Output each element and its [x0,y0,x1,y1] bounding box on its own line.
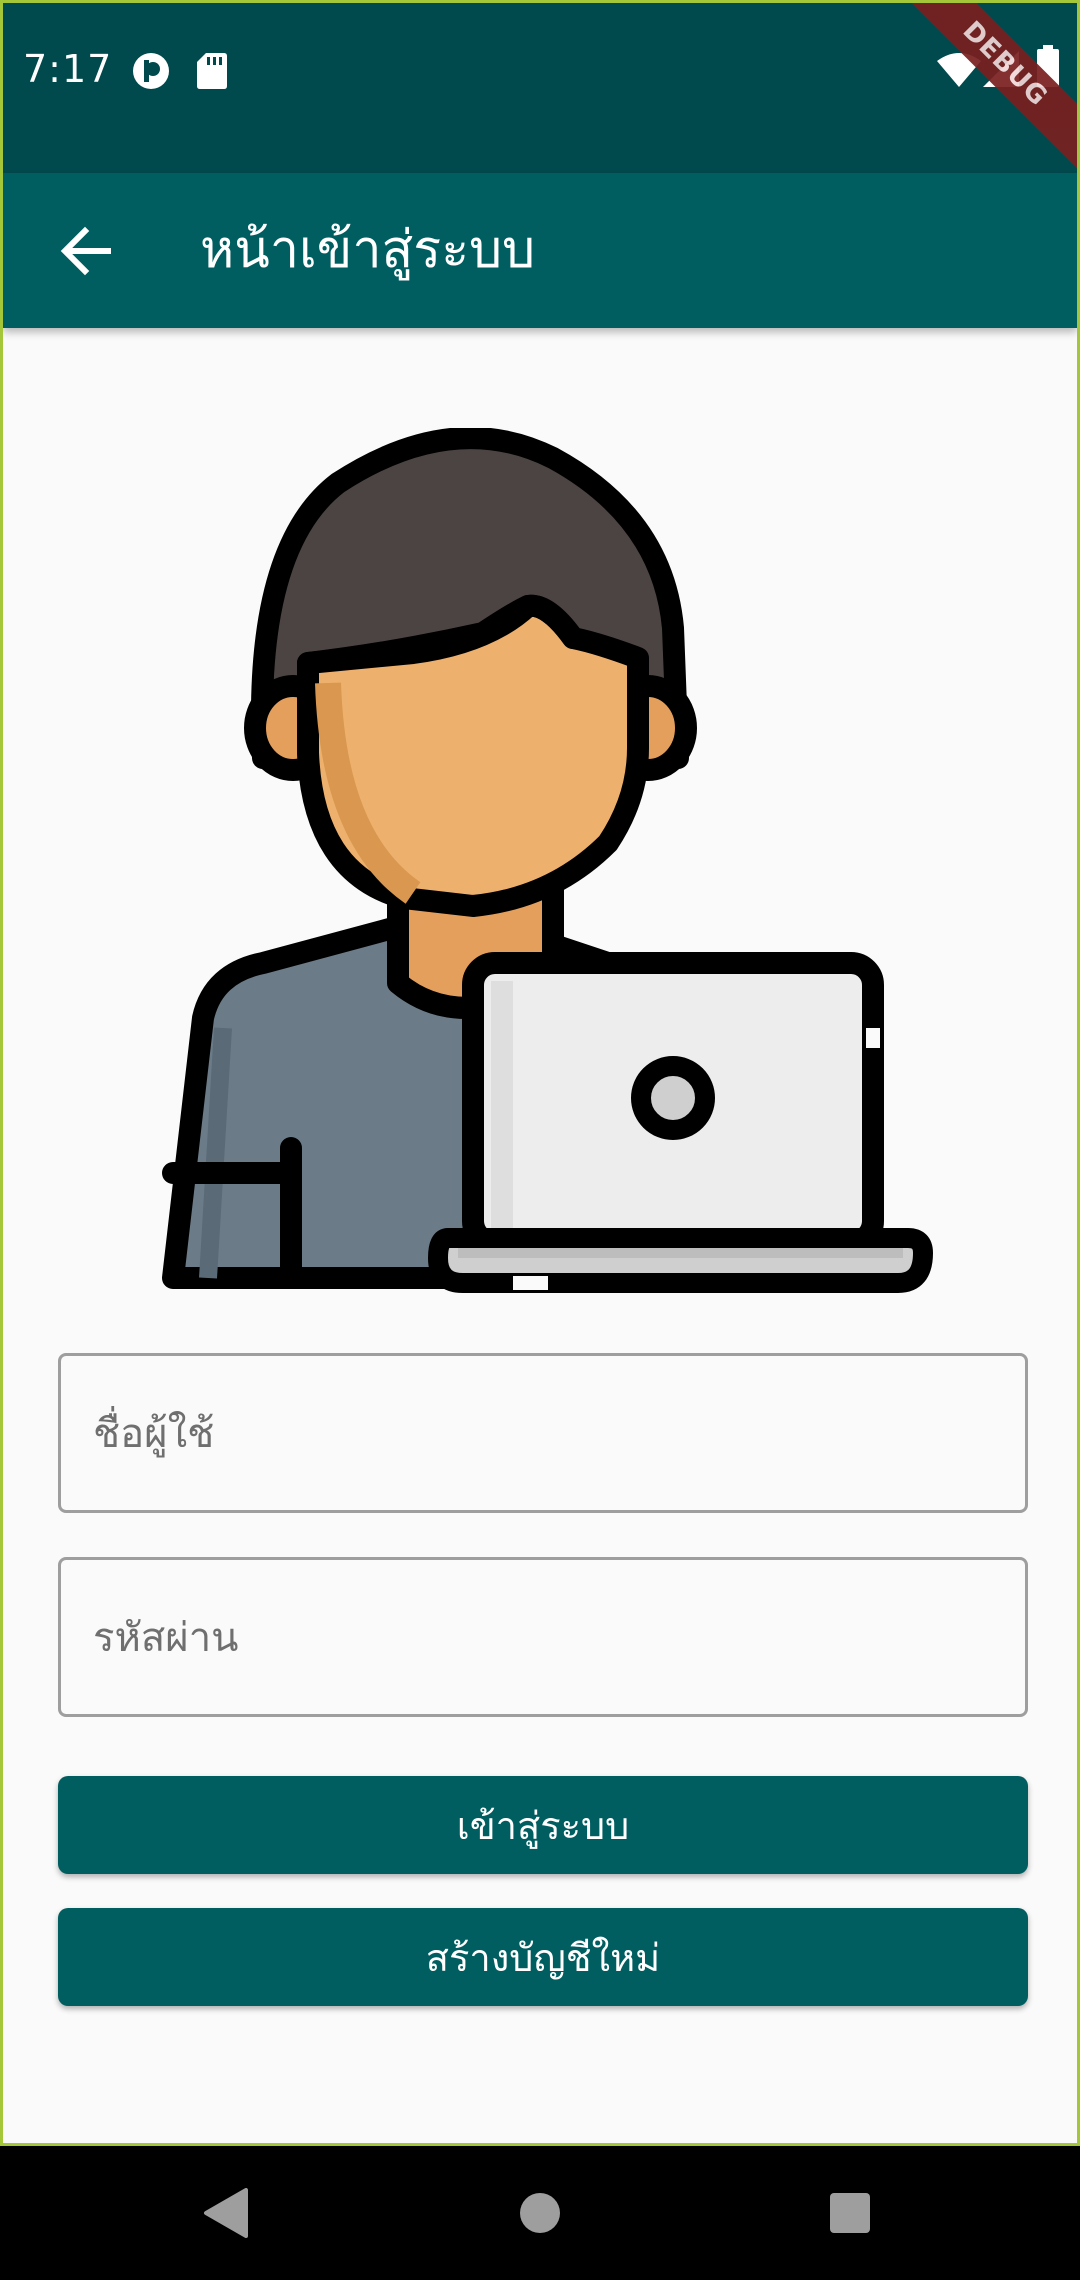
nav-back-icon [204,2188,248,2238]
back-button[interactable] [45,211,125,291]
password-input[interactable] [91,1560,995,1716]
navigation-bar [0,2146,1080,2280]
nav-home-icon [520,2193,560,2233]
app-notification-icon [133,53,169,89]
password-field[interactable] [58,1557,1028,1717]
nav-recents-button[interactable] [815,2178,885,2248]
app-screen: 7:17 DEBUG หน้าเข้าสู่ระบบ ชื่อผู้ใช้ เข… [0,0,1080,2146]
nav-back-button[interactable] [190,2178,260,2248]
user-with-laptop-illustration [162,428,933,1293]
arrow-back-icon [60,226,111,276]
app-bar: หน้าเข้าสู่ระบบ [3,173,1077,328]
username-field[interactable] [58,1353,1028,1513]
page-title: หน้าเข้าสู่ระบบ [200,220,536,280]
nav-home-button[interactable] [505,2178,575,2248]
username-input[interactable] [91,1356,995,1512]
sd-card-icon [197,53,227,89]
status-time: 7:17 [23,47,113,91]
create-account-button[interactable]: สร้างบัญชีใหม่ [58,1908,1028,2006]
nav-recents-icon [830,2193,870,2233]
status-bar: 7:17 DEBUG [3,3,1077,173]
login-button[interactable]: เข้าสู่ระบบ [58,1776,1028,1874]
